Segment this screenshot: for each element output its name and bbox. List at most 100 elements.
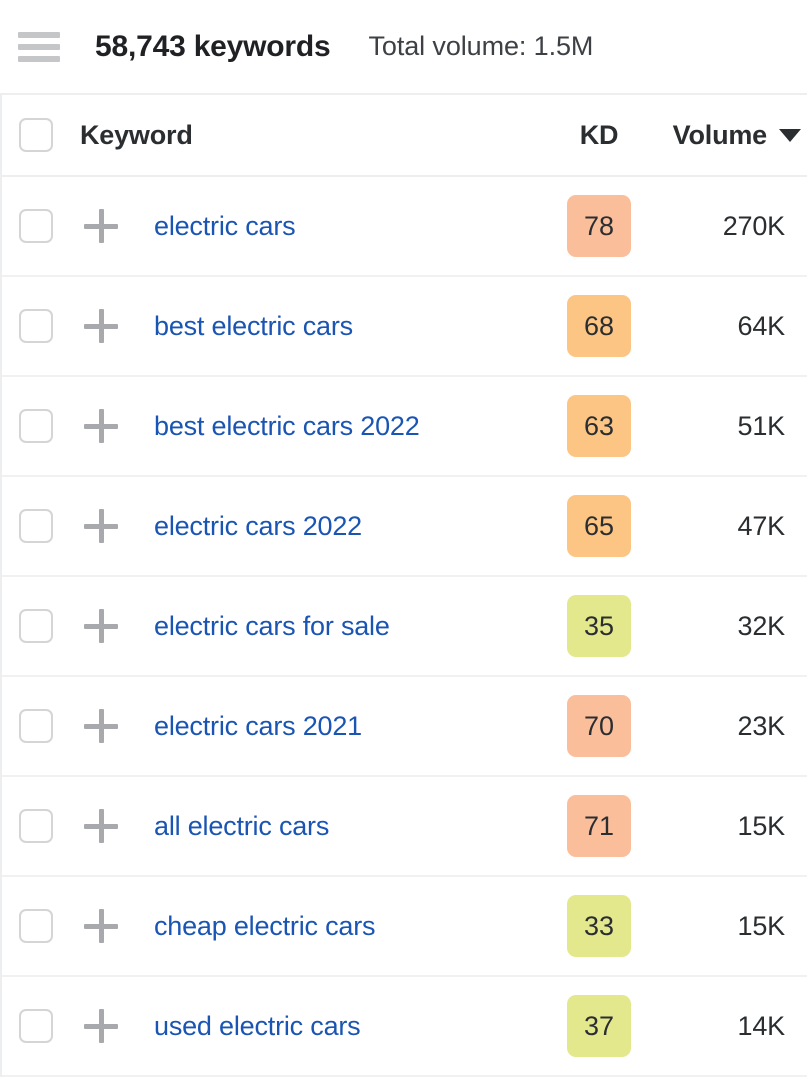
keyword-cell: electric cars [132,211,539,242]
kd-cell: 78 [539,195,659,257]
keyword-link[interactable]: electric cars 2022 [154,511,362,541]
kd-badge: 68 [567,295,631,357]
row-checkbox[interactable] [19,709,53,743]
add-keyword-cell [70,1009,132,1043]
plus-icon[interactable] [84,909,118,943]
add-keyword-cell [70,909,132,943]
add-keyword-cell [70,709,132,743]
table-body: electric cars 78 270K best electric cars 68 6… [2,177,807,1077]
keyword-cell: used electric cars [132,1011,539,1042]
volume-cell: 15K [659,911,807,942]
kd-badge: 35 [567,595,631,657]
kd-badge: 33 [567,895,631,957]
keywords-explorer-panel: 58,743 keywords Total volume: 1.5M Keywo… [0,0,807,1077]
table-row: electric cars 2022 65 47K [2,477,807,577]
keyword-link[interactable]: electric cars 2021 [154,711,362,741]
add-keyword-cell [70,409,132,443]
keyword-cell: electric cars 2022 [132,511,539,542]
row-checkbox[interactable] [19,509,53,543]
row-select-cell [2,409,70,443]
table-header-row: Keyword KD Volume [2,95,807,177]
keyword-cell: cheap electric cars [132,911,539,942]
column-header-keyword-label: Keyword [80,119,193,150]
total-volume-label: Total volume: 1.5M [368,31,594,61]
row-select-cell [2,1009,70,1043]
volume-cell: 14K [659,1011,807,1042]
plus-icon[interactable] [84,309,118,343]
row-checkbox[interactable] [19,909,53,943]
table-row: electric cars 2021 70 23K [2,677,807,777]
plus-icon[interactable] [84,609,118,643]
row-select-cell [2,309,70,343]
table-row: electric cars for sale 35 32K [2,577,807,677]
caret-down-icon [779,128,801,142]
kd-cell: 37 [539,995,659,1057]
column-header-keyword[interactable]: Keyword [70,120,539,151]
table-row: best electric cars 68 64K [2,277,807,377]
volume-cell: 23K [659,711,807,742]
keyword-cell: electric cars for sale [132,611,539,642]
plus-icon[interactable] [84,209,118,243]
table-row: electric cars 78 270K [2,177,807,277]
keyword-link[interactable]: electric cars for sale [154,611,390,641]
volume-cell: 47K [659,511,807,542]
volume-value: 15K [737,910,786,941]
plus-icon[interactable] [84,409,118,443]
kd-cell: 65 [539,495,659,557]
plus-icon[interactable] [84,509,118,543]
kd-badge: 65 [567,495,631,557]
plus-icon[interactable] [84,709,118,743]
volume-value: 270K [722,210,785,241]
row-checkbox[interactable] [19,809,53,843]
table-row: best electric cars 2022 63 51K [2,377,807,477]
hamburger-bar [18,31,60,38]
row-checkbox[interactable] [19,309,53,343]
select-all-cell [2,118,70,152]
add-keyword-cell [70,209,132,243]
keywords-table: Keyword KD Volume electric cars 78 270K bes… [0,95,807,1077]
select-all-checkbox[interactable] [19,118,53,152]
keyword-cell: all electric cars [132,811,539,842]
plus-icon[interactable] [84,1009,118,1043]
row-checkbox[interactable] [19,409,53,443]
row-select-cell [2,609,70,643]
column-header-kd[interactable]: KD [539,120,659,151]
volume-cell: 15K [659,811,807,842]
table-row: cheap electric cars 33 15K [2,877,807,977]
keyword-link[interactable]: cheap electric cars [154,911,375,941]
volume-value: 64K [737,310,786,341]
volume-cell: 64K [659,311,807,342]
keyword-link[interactable]: best electric cars [154,311,353,341]
volume-sort-control[interactable]: Volume [673,120,801,151]
kd-badge: 78 [567,195,631,257]
top-bar: 58,743 keywords Total volume: 1.5M [0,0,807,95]
volume-cell: 270K [659,211,807,242]
column-header-volume[interactable]: Volume [659,120,807,151]
row-select-cell [2,709,70,743]
keyword-link[interactable]: best electric cars 2022 [154,411,420,441]
kd-badge: 37 [567,995,631,1057]
keywords-count-title: 58,743 keywords [95,29,331,63]
plus-icon[interactable] [84,809,118,843]
kd-badge: 63 [567,395,631,457]
hamburger-menu-icon[interactable] [18,30,62,64]
add-keyword-cell [70,509,132,543]
add-keyword-cell [70,609,132,643]
keyword-link[interactable]: electric cars [154,211,296,241]
keyword-link[interactable]: all electric cars [154,811,329,841]
row-checkbox[interactable] [19,1009,53,1043]
hamburger-bar [18,55,60,62]
row-checkbox[interactable] [19,609,53,643]
volume-cell: 32K [659,611,807,642]
kd-cell: 33 [539,895,659,957]
volume-value: 47K [737,510,786,541]
kd-badge: 71 [567,795,631,857]
keyword-link[interactable]: used electric cars [154,1011,361,1041]
row-select-cell [2,809,70,843]
volume-value: 15K [737,810,786,841]
add-keyword-cell [70,309,132,343]
kd-cell: 35 [539,595,659,657]
kd-badge: 70 [567,695,631,757]
row-select-cell [2,209,70,243]
row-checkbox[interactable] [19,209,53,243]
